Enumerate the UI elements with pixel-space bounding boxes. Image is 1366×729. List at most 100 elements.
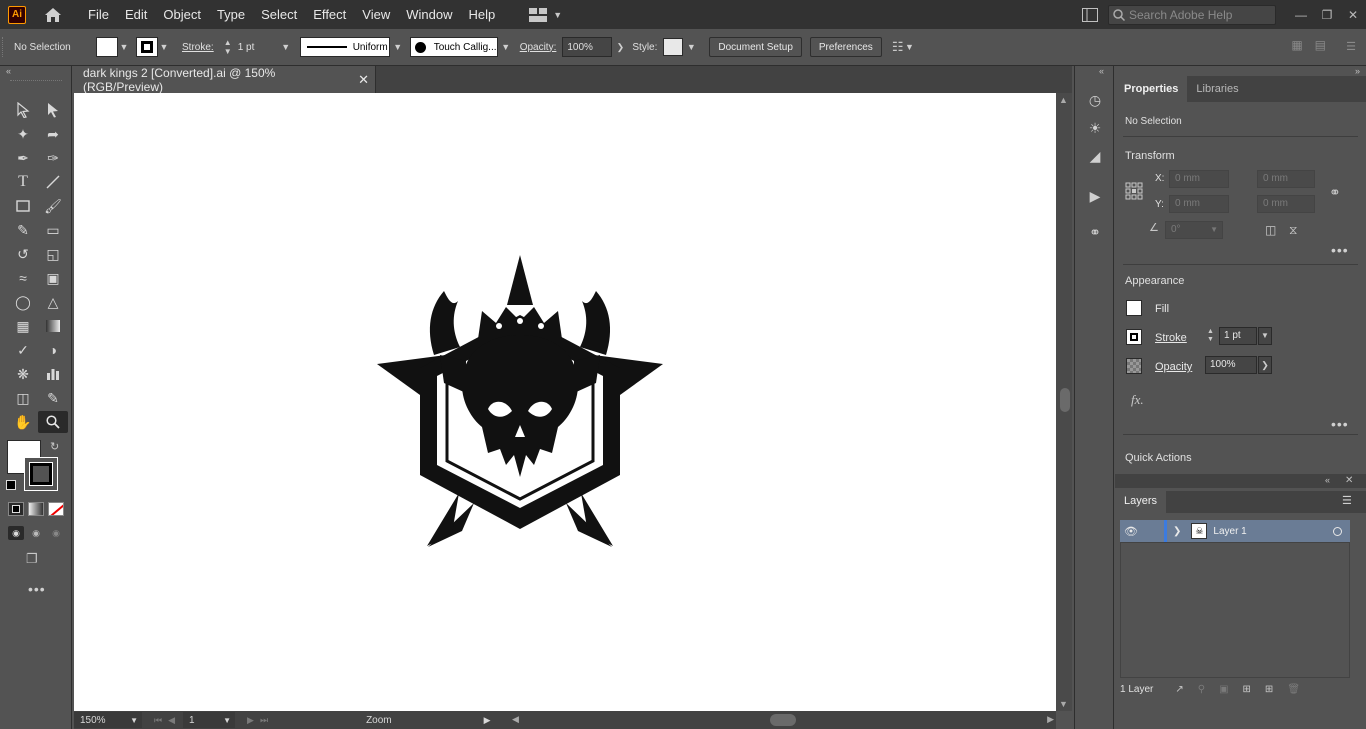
gradient-tool-icon[interactable] xyxy=(38,315,68,337)
fx-label[interactable]: fx. xyxy=(1131,392,1144,408)
selection-tool-icon[interactable] xyxy=(8,99,38,121)
expand-layer-icon[interactable]: ❯ xyxy=(1173,526,1181,537)
gradient-panel-icon[interactable]: ◢ xyxy=(1075,142,1115,170)
column-graph-tool-icon[interactable] xyxy=(38,363,68,385)
zoom-tool-icon[interactable] xyxy=(38,411,68,433)
artboard-dropdown-icon[interactable]: ▼ xyxy=(223,716,231,725)
horizontal-scrollbar[interactable]: ◀ ▶ xyxy=(512,713,1056,727)
gradient-mode-icon[interactable] xyxy=(28,502,44,516)
arrange-icon[interactable]: ☷ xyxy=(892,39,904,55)
new-sublayer-icon[interactable]: ⊞ xyxy=(1243,684,1251,695)
tab-libraries[interactable]: Libraries xyxy=(1187,76,1247,102)
artboard-tool-icon[interactable]: ◫ xyxy=(8,387,38,409)
stroke-weight-stepper[interactable]: ▲ ▼ xyxy=(1207,328,1214,344)
appearance-more-options-icon[interactable]: ••• xyxy=(1331,416,1349,432)
appearance-fill-swatch[interactable] xyxy=(1126,300,1142,316)
layer-target-icon[interactable] xyxy=(1333,526,1342,536)
blend-tool-icon[interactable]: ◑ xyxy=(38,339,68,361)
curvature-tool-icon[interactable]: ✑ xyxy=(38,147,68,169)
style-dropdown-icon[interactable]: ▼ xyxy=(685,42,697,52)
menu-edit[interactable]: Edit xyxy=(117,0,155,29)
collapse-iconstrip-icon[interactable]: « xyxy=(1099,66,1104,76)
opacity-arrow-icon[interactable]: ❯ xyxy=(614,42,626,53)
last-artboard-icon[interactable]: ⏭ xyxy=(260,715,268,726)
opacity-input[interactable]: 100% xyxy=(562,37,613,57)
panel-menu-icon[interactable]: ☰ xyxy=(1346,40,1356,53)
type-tool-icon[interactable]: T xyxy=(8,171,38,193)
draw-behind-icon[interactable]: ◉ xyxy=(28,526,44,540)
shape-builder-tool-icon[interactable]: ◯ xyxy=(8,291,38,313)
workspace-switcher[interactable]: ▼ xyxy=(529,7,562,22)
panel-toggle-icon[interactable] xyxy=(1082,7,1098,22)
new-layer-icon[interactable]: ⊞ xyxy=(1265,684,1273,695)
actions-play-icon[interactable]: ▶ xyxy=(1075,182,1115,210)
brush-dropdown-icon[interactable]: ▼ xyxy=(500,42,512,52)
perspective-grid-tool-icon[interactable]: △ xyxy=(38,291,68,313)
visibility-eye-icon[interactable]: 👁 xyxy=(1124,525,1138,538)
menu-select[interactable]: Select xyxy=(253,0,305,29)
layer-name[interactable]: Layer 1 xyxy=(1213,526,1246,537)
fill-swatch[interactable] xyxy=(96,37,118,57)
constrain-proportions-icon[interactable]: ⚭ xyxy=(1329,184,1341,201)
document-tab[interactable]: dark kings 2 [Converted].ai @ 150% (RGB/… xyxy=(74,66,376,94)
vertical-scroll-thumb[interactable] xyxy=(1060,388,1070,412)
draw-normal-icon[interactable]: ◉ xyxy=(8,526,24,540)
zoom-dropdown-icon[interactable]: ▼ xyxy=(130,716,138,725)
none-mode-icon[interactable] xyxy=(48,502,64,516)
profile-dropdown-icon[interactable]: ▼ xyxy=(392,42,404,52)
rotate-tool-icon[interactable]: ↺ xyxy=(8,243,38,265)
x-input[interactable]: 0 mm xyxy=(1169,170,1229,188)
h-input[interactable]: 0 mm xyxy=(1257,195,1315,213)
arrange-dropdown-icon[interactable]: ▼ xyxy=(903,42,915,52)
collapse-layers-icon[interactable]: « xyxy=(1325,475,1330,485)
shaper-tool-icon[interactable]: ✎ xyxy=(8,219,38,241)
stroke-swatch[interactable] xyxy=(136,37,158,57)
flip-horizontal-icon[interactable]: ◫ xyxy=(1265,223,1276,237)
appearance-opacity-input[interactable]: 100% xyxy=(1205,356,1257,374)
vertical-scrollbar[interactable]: ▲ ▼ xyxy=(1056,93,1072,711)
menu-window[interactable]: Window xyxy=(398,0,460,29)
help-search-input[interactable]: Search Adobe Help xyxy=(1108,4,1276,25)
close-document-icon[interactable]: ✕ xyxy=(358,72,369,88)
direct-selection-tool-icon[interactable] xyxy=(38,99,68,121)
appearance-stroke-weight-input[interactable]: 1 pt xyxy=(1219,327,1257,345)
appearance-stroke-swatch[interactable] xyxy=(1126,329,1142,345)
stroke-color-widget[interactable] xyxy=(24,457,58,491)
default-colors-icon[interactable] xyxy=(6,480,16,490)
tab-layers[interactable]: Layers xyxy=(1115,488,1167,514)
links-icon[interactable]: ⚭ xyxy=(1075,218,1115,246)
eyedropper-tool-icon[interactable]: ✓ xyxy=(8,339,38,361)
stroke-label[interactable]: Stroke xyxy=(1155,332,1187,344)
magic-wand-tool-icon[interactable]: ✦ xyxy=(8,123,38,145)
close-layers-icon[interactable]: ✕ xyxy=(1345,475,1353,486)
home-icon[interactable] xyxy=(42,4,64,26)
color-mode-icon[interactable] xyxy=(8,502,24,516)
opacity-arrow-icon[interactable]: ❯ xyxy=(1258,356,1272,374)
brush-definition[interactable]: Touch Callig... xyxy=(409,37,498,57)
scroll-right-icon[interactable]: ▶ xyxy=(1047,714,1054,725)
style-swatch[interactable] xyxy=(663,38,684,56)
next-artboard-icon[interactable]: ▶ xyxy=(247,715,254,726)
preferences-button[interactable]: Preferences xyxy=(809,37,882,57)
scroll-up-icon[interactable]: ▲ xyxy=(1059,95,1068,105)
scroll-left-icon[interactable]: ◀ xyxy=(512,714,519,725)
line-tool-icon[interactable] xyxy=(38,171,68,193)
collapse-toolbar-icon[interactable]: « xyxy=(6,66,11,76)
width-tool-icon[interactable]: ≈ xyxy=(8,267,38,289)
opacity-label[interactable]: Opacity xyxy=(1155,361,1192,373)
history-icon[interactable]: ◷ xyxy=(1075,86,1115,114)
locate-object-icon[interactable]: ⚲ xyxy=(1198,684,1205,695)
previous-artboard-icon[interactable]: ◀ xyxy=(168,715,175,726)
first-artboard-icon[interactable]: ⏮ xyxy=(154,715,162,726)
layers-panel-menu-icon[interactable]: ☰ xyxy=(1342,494,1352,507)
stroke-weight-dropdown-icon[interactable]: ▼ xyxy=(280,42,292,52)
stroke-weight-input[interactable]: 1 pt xyxy=(234,37,280,57)
draw-inside-icon[interactable]: ◉ xyxy=(48,526,64,540)
align-icon[interactable]: ▦ xyxy=(1291,38,1302,52)
menu-help[interactable]: Help xyxy=(460,0,503,29)
symbol-sprayer-tool-icon[interactable]: ❋ xyxy=(8,363,38,385)
status-menu-icon[interactable]: ▶ xyxy=(484,715,491,726)
zoom-level-field[interactable]: 150% ▼ xyxy=(74,712,142,728)
slice-tool-icon[interactable]: ✎ xyxy=(38,387,68,409)
restore-button[interactable]: ❐ xyxy=(1314,8,1340,22)
